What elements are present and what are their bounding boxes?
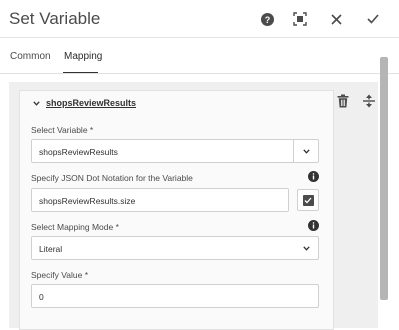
mapping-item-card: shopsReviewResults Select Variable * sho… <box>19 90 334 330</box>
tabs-divider <box>0 73 399 74</box>
info-icon[interactable] <box>308 220 319 231</box>
svg-text:?: ? <box>264 14 270 24</box>
json-dot-notation-input[interactable]: shopsReviewResults.size <box>31 188 289 212</box>
close-button[interactable] <box>326 9 346 29</box>
help-icon: ? <box>260 12 274 26</box>
info-icon[interactable] <box>308 171 319 182</box>
mapping-mode-label: Select Mapping Mode * <box>31 222 119 232</box>
json-dot-notation-value: shopsReviewResults.size <box>39 196 136 206</box>
scrollbar[interactable] <box>380 57 388 300</box>
dialog-title: Set Variable <box>9 9 101 28</box>
specify-value-input[interactable]: 0 <box>31 284 319 308</box>
mapping-mode-value: Literal <box>39 244 63 254</box>
tab-list: Common Mapping <box>0 40 399 74</box>
dialog-header: Set Variable ? <box>0 0 399 38</box>
fullscreen-button[interactable] <box>290 9 310 29</box>
select-variable-label: Select Variable * <box>31 125 94 135</box>
close-icon <box>330 13 342 25</box>
fullscreen-icon <box>293 12 307 26</box>
chevron-down-icon <box>33 100 40 106</box>
mapping-item-header[interactable]: shopsReviewResults <box>33 98 136 108</box>
json-dot-notation-label: Specify JSON Dot Notation for the Variab… <box>31 173 193 183</box>
checkmark-icon <box>367 14 379 24</box>
checkbox-check <box>302 194 314 206</box>
select-variable-dropdown[interactable]: shopsReviewResults <box>31 139 319 163</box>
done-button[interactable] <box>363 9 383 29</box>
checkmark-icon <box>304 197 312 203</box>
specify-value-value: 0 <box>39 292 44 302</box>
tab-common[interactable]: Common <box>10 51 51 62</box>
mapping-mode-dropdown[interactable]: Literal <box>31 236 319 260</box>
move-vertical-icon[interactable] <box>362 94 376 108</box>
mapping-item-title: shopsReviewResults <box>46 98 137 108</box>
select-variable-value: shopsReviewResults <box>39 147 118 157</box>
select-variable-toggle[interactable] <box>294 140 318 162</box>
tab-mapping[interactable]: Mapping <box>64 51 102 62</box>
chevron-down-icon <box>302 245 310 251</box>
chevron-down-icon <box>302 148 310 154</box>
json-dot-notation-checkbox[interactable] <box>297 189 319 211</box>
trash-icon[interactable] <box>336 94 350 108</box>
mapping-mode-toggle[interactable] <box>294 237 318 259</box>
specify-value-label: Specify Value * <box>31 270 89 280</box>
help-button[interactable]: ? <box>257 9 277 29</box>
